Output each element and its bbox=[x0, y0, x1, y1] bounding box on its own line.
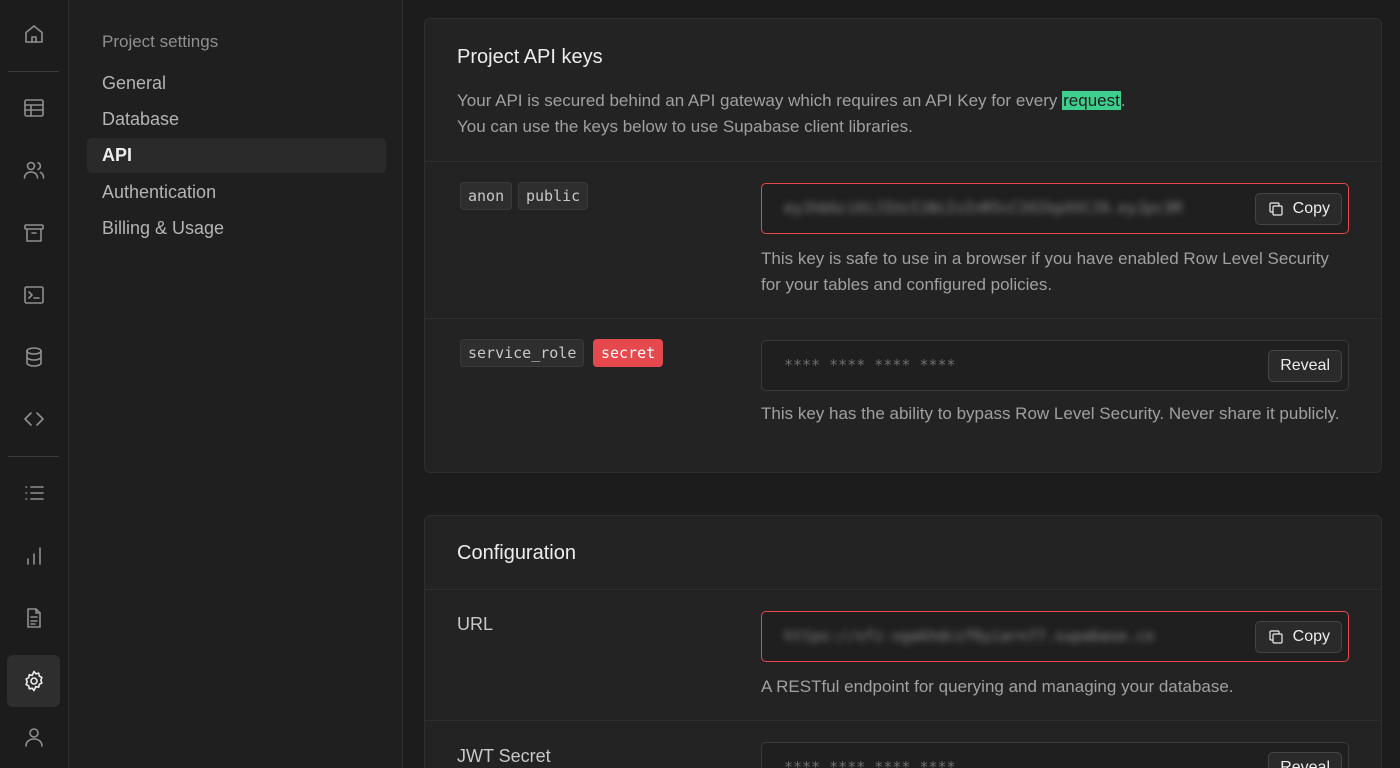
description-end: . bbox=[1120, 91, 1126, 110]
panel-title: Project API keys bbox=[457, 46, 603, 68]
anon-key-value: eyJhbGciOiJIUzI1NiIsInR5cCI6IkpXVCJ9.eyJ… bbox=[784, 199, 1182, 217]
tag-secret: secret bbox=[593, 339, 664, 367]
url-label: URL bbox=[457, 614, 494, 634]
icon-rail bbox=[0, 0, 69, 768]
url-value: https://xfz-xgakhdczf6yiarn77.supabase.c… bbox=[784, 627, 1155, 645]
panel-description: Your API is secured behind an API gatewa… bbox=[457, 88, 1126, 140]
list-icon[interactable] bbox=[7, 467, 60, 519]
service-role-key-value: **** **** **** **** bbox=[784, 356, 956, 374]
home-icon[interactable] bbox=[7, 8, 60, 60]
code-icon[interactable] bbox=[7, 393, 60, 445]
url-help: A RESTful endpoint for querying and mana… bbox=[761, 677, 1234, 696]
highlighted-word: request bbox=[1062, 91, 1121, 110]
jwt-secret-label: JWT Secret bbox=[457, 746, 551, 766]
menu-item-billing-usage[interactable]: Billing & Usage bbox=[87, 211, 386, 246]
user-profile-icon[interactable] bbox=[7, 711, 60, 763]
anon-key-field[interactable]: eyJhbGciOiJIUzI1NiIsInR5cCI6IkpXVCJ9.eyJ… bbox=[761, 183, 1349, 234]
divider bbox=[425, 720, 1381, 721]
url-field[interactable]: https://xfz-xgakhdczf6yiarn77.supabase.c… bbox=[761, 611, 1349, 662]
reveal-jwt-secret-button[interactable]: Reveal bbox=[1268, 752, 1342, 768]
table-editor-icon[interactable] bbox=[7, 82, 60, 134]
configuration-panel: Configuration URL https://xfz-xgakhdczf6… bbox=[424, 515, 1382, 768]
jwt-secret-field[interactable]: **** **** **** **** Reveal bbox=[761, 742, 1349, 768]
copy-button-label: Copy bbox=[1292, 200, 1330, 217]
users-icon[interactable] bbox=[7, 144, 60, 196]
database-icon[interactable] bbox=[7, 331, 60, 383]
app: Project settings General Database API Au… bbox=[0, 0, 1400, 768]
menu-item-general[interactable]: General bbox=[87, 66, 386, 101]
api-keys-panel: Project API keys Your API is secured beh… bbox=[424, 18, 1382, 473]
main-content: Project API keys Your API is secured beh… bbox=[403, 0, 1400, 768]
copy-button-label: Copy bbox=[1292, 628, 1330, 645]
document-icon[interactable] bbox=[7, 592, 60, 644]
tag-public: public bbox=[518, 182, 589, 210]
divider bbox=[425, 161, 1381, 162]
rail-divider bbox=[8, 456, 59, 457]
service-key-help: This key has the ability to bypass Row L… bbox=[761, 404, 1340, 423]
copy-url-button[interactable]: Copy bbox=[1254, 621, 1342, 653]
jwt-secret-value: **** **** **** **** bbox=[784, 758, 956, 768]
menu-item-database[interactable]: Database bbox=[87, 102, 386, 137]
panel-title: Configuration bbox=[457, 542, 576, 564]
rail-divider bbox=[8, 71, 59, 72]
divider bbox=[425, 589, 1381, 590]
reveal-service-key-button[interactable]: Reveal bbox=[1268, 350, 1342, 382]
menu-item-authentication[interactable]: Authentication bbox=[87, 175, 386, 210]
tag-anon: anon bbox=[460, 182, 513, 210]
settings-menu: Project settings General Database API Au… bbox=[69, 0, 403, 768]
menu-heading: Project settings bbox=[102, 32, 219, 51]
description-text: Your API is secured behind an API gatewa… bbox=[457, 91, 1063, 110]
copy-icon bbox=[1269, 630, 1283, 644]
anon-key-help: This key is safe to use in a browser if … bbox=[761, 249, 1329, 294]
menu-item-api[interactable]: API bbox=[87, 138, 386, 173]
copy-icon bbox=[1269, 202, 1283, 216]
description-line-2: You can use the keys below to use Supaba… bbox=[457, 117, 913, 136]
service-role-key-field[interactable]: **** **** **** **** Reveal bbox=[761, 340, 1349, 391]
divider bbox=[425, 318, 1381, 319]
terminal-icon[interactable] bbox=[7, 269, 60, 321]
gear-icon[interactable] bbox=[7, 655, 60, 707]
tag-service-role: service_role bbox=[460, 339, 585, 367]
copy-anon-key-button[interactable]: Copy bbox=[1254, 193, 1342, 225]
storage-archive-icon[interactable] bbox=[7, 207, 60, 259]
bar-chart-icon[interactable] bbox=[7, 530, 60, 582]
